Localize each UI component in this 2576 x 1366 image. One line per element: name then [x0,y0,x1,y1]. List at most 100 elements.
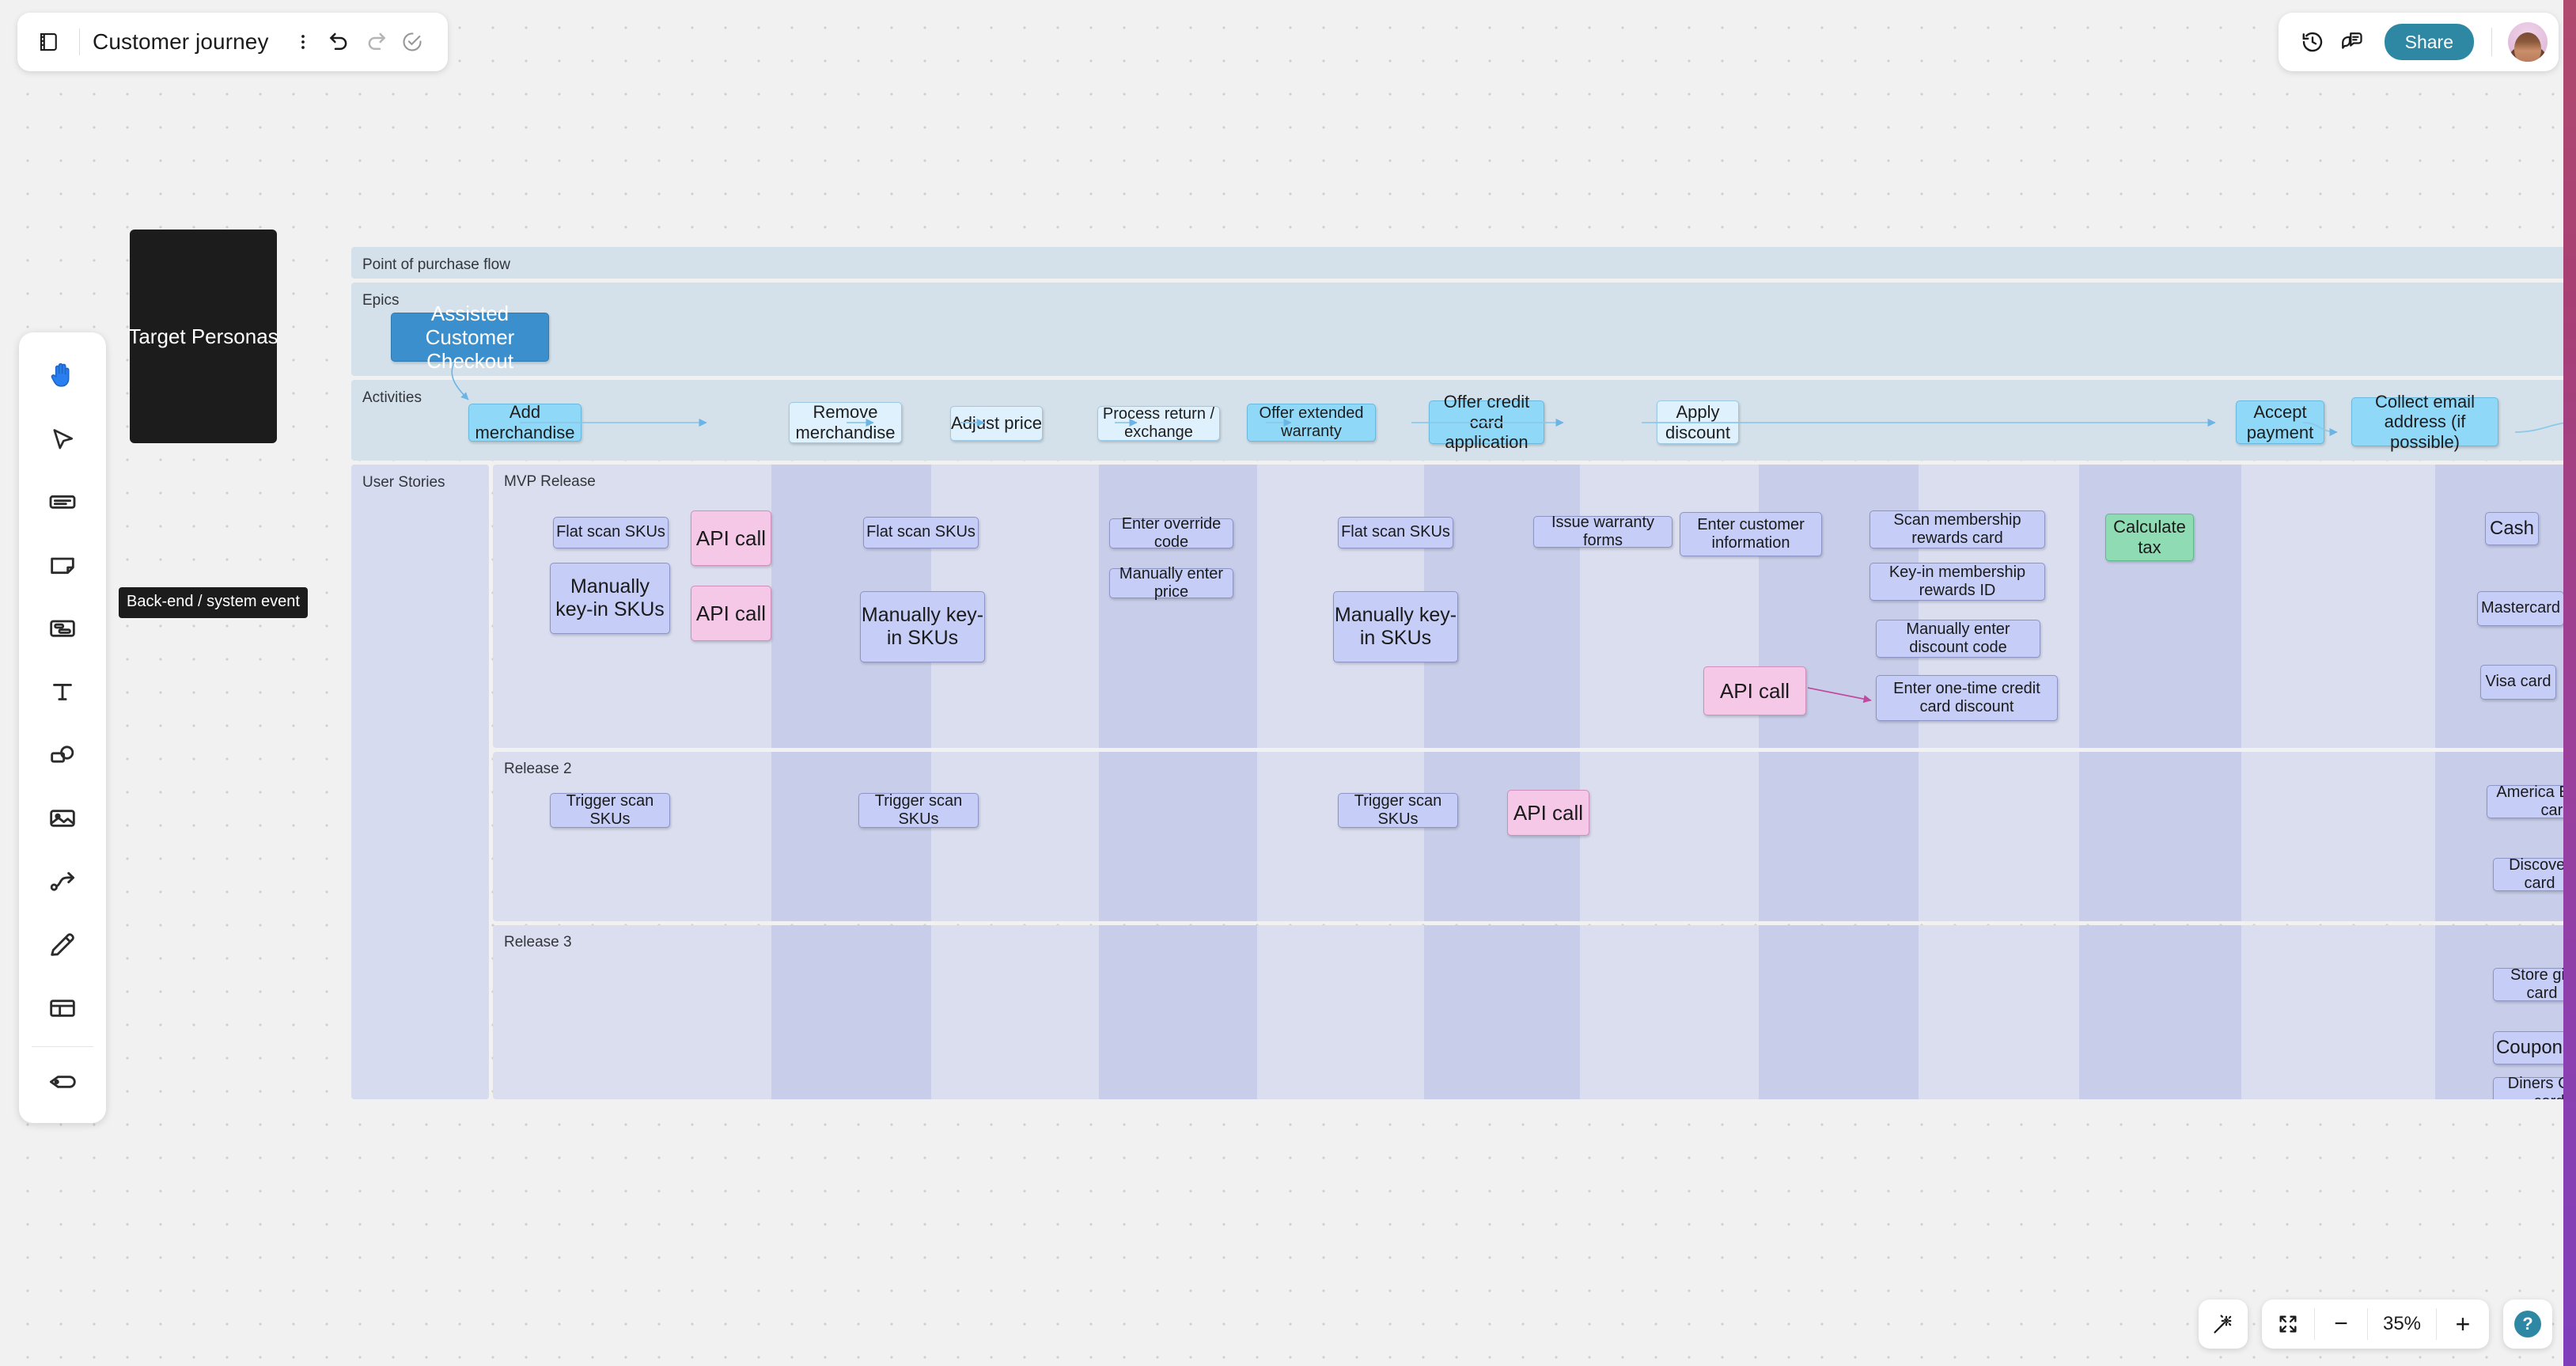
hand-tool[interactable] [32,343,93,407]
band-epics[interactable]: Epics Assisted Customer Checkout [351,283,2567,400]
right-color-edge [2563,0,2576,1366]
user-stories-section: User Stories MVP Release Flat scan SKUs … [351,465,2567,1099]
history-icon[interactable] [2294,24,2331,60]
story-card[interactable]: Enter override code [1109,515,1233,551]
user-stories-label-column[interactable]: User Stories [351,465,489,1099]
column-band [1759,925,1919,1099]
activity-add-merchandise[interactable]: Add merchandise [468,402,581,442]
fit-to-screen-icon[interactable] [2262,1300,2314,1349]
share-button[interactable]: Share [2384,24,2474,60]
column-band [2435,752,2567,921]
magic-wand-icon[interactable] [2199,1300,2248,1349]
activity-remove-merchandise[interactable]: Remove merchandise [789,402,902,443]
story-card[interactable]: Manually key-in SKUs [1333,591,1458,662]
top-right-toolbar: Share [2278,13,2559,71]
help-icon[interactable]: ? [2503,1300,2552,1349]
activity-process-return-exchange[interactable]: Process return / exchange [1097,405,1220,441]
comments-icon[interactable] [2334,24,2370,60]
story-card[interactable]: Enter customer information [1680,512,1822,556]
story-card[interactable]: Scan membership rewards card [1869,510,2045,548]
story-card[interactable]: Flat scan SKUs [1338,517,1453,548]
story-card[interactable]: Trigger scan SKUs [858,792,979,828]
column-band [771,925,931,1099]
story-card[interactable]: Flat scan SKUs [863,517,979,548]
column-band [1424,752,1580,921]
column-band [1099,752,1257,921]
text-box-tool[interactable] [32,470,93,533]
story-map-board: Point of purchase flow Epics Assisted Cu… [351,247,2567,1099]
story-card-api[interactable]: API call [1703,666,1806,715]
pen-tool[interactable] [32,913,93,977]
story-card[interactable]: Manually enter discount code [1876,620,2040,658]
story-card[interactable]: Enter one-time credit card discount [1876,675,2058,721]
story-card-api[interactable]: API call [1507,790,1589,836]
check-circle-icon[interactable] [394,24,430,60]
card-tool[interactable] [32,597,93,660]
activity-apply-discount[interactable]: Apply discount [1657,400,1739,444]
story-card[interactable]: Cash [2485,512,2539,545]
activity-collect-email-address[interactable]: Collect email address (if possible) [2351,392,2498,452]
story-card[interactable]: Flat scan SKUs [553,517,669,548]
story-card[interactable]: Manually enter price [1109,565,1233,601]
target-personas-sticky[interactable]: Target Personas [128,230,278,443]
zoom-out-button[interactable]: − [2315,1300,2367,1349]
story-card[interactable]: Trigger scan SKUs [550,792,670,828]
epic-card[interactable]: Assisted Customer Checkout [391,302,549,373]
activity-offer-extended-warranty[interactable]: Offer extended warranty [1247,404,1376,442]
zoom-controls: − 35% + [2262,1300,2489,1349]
redo-icon[interactable] [358,24,394,60]
tag-tool[interactable] [32,1050,93,1114]
release-row-mvp[interactable]: MVP Release Flat scan SKUs API call Manu… [493,465,2567,748]
story-card[interactable]: Issue warranty forms [1533,514,1673,549]
band-title-flow: Point of purchase flow [362,256,510,273]
story-card[interactable]: Visa card [2480,665,2556,700]
story-card-api[interactable]: API call [691,586,771,641]
board-canvas[interactable]: Customer journey Share Target Personas B… [0,0,2576,1366]
frame-tool[interactable] [32,977,93,1040]
release-row-2[interactable]: Release 2 Trigger scan SKUs Trigger scan… [493,752,2567,921]
zoom-in-button[interactable]: + [2437,1300,2489,1349]
activity-adjust-price[interactable]: Adjust price [950,406,1043,441]
story-card[interactable]: Manually key-in SKUs [860,591,985,662]
image-tool[interactable] [32,787,93,850]
page-title[interactable]: Customer journey [93,29,269,55]
board-icon[interactable] [32,25,66,59]
release-title-mvp: MVP Release [504,473,596,490]
shapes-tool[interactable] [32,723,93,787]
release-row-3[interactable]: Release 3 Store gift card Coupons Diners… [493,925,2567,1099]
left-tool-rail [19,332,106,1123]
more-options-icon[interactable] [285,24,321,60]
story-card[interactable]: Key-in membership rewards ID [1869,563,2045,601]
activity-accept-payment[interactable]: Accept payment [2236,400,2324,444]
select-tool[interactable] [32,407,93,470]
text-tool[interactable] [32,660,93,723]
story-card[interactable]: Manually key-in SKUs [550,563,670,634]
help-button[interactable]: ? [2503,1300,2552,1349]
top-left-toolbar: Customer journey [17,13,448,71]
story-card[interactable]: Diners Club card [2493,1075,2567,1099]
band-point-of-purchase-flow[interactable]: Point of purchase flow [351,247,2567,279]
story-card-api[interactable]: API call [691,510,771,566]
story-card[interactable]: Discover card [2493,856,2567,892]
column-band [2079,925,2241,1099]
undo-icon[interactable] [321,24,358,60]
story-card[interactable]: Trigger scan SKUs [1338,792,1458,828]
story-card[interactable]: America Express card [2487,784,2567,819]
story-card[interactable]: Store gift card [2493,966,2567,1002]
zoom-level[interactable]: 35% [2368,1313,2436,1335]
column-band [771,752,931,921]
band-activities[interactable]: Activities Add merchandise Remove mercha… [351,380,2567,461]
toolbar-divider [79,28,80,55]
sticky-note-tool[interactable] [32,533,93,597]
backend-system-event-label[interactable]: Back-end / system event [119,587,308,618]
activity-offer-credit-card-application[interactable]: Offer credit card application [1429,392,1544,452]
connector-tool[interactable] [32,850,93,913]
column-band [1099,925,1257,1099]
story-card-calculate-tax[interactable]: Calculate tax [2105,514,2194,561]
story-card[interactable]: Mastercard [2477,591,2564,626]
release-title-2: Release 2 [504,761,572,777]
magic-wand-button[interactable] [2199,1300,2248,1349]
band-title-activities: Activities [362,389,422,406]
avatar[interactable] [2508,22,2548,62]
story-card[interactable]: Coupons [2493,1031,2567,1064]
